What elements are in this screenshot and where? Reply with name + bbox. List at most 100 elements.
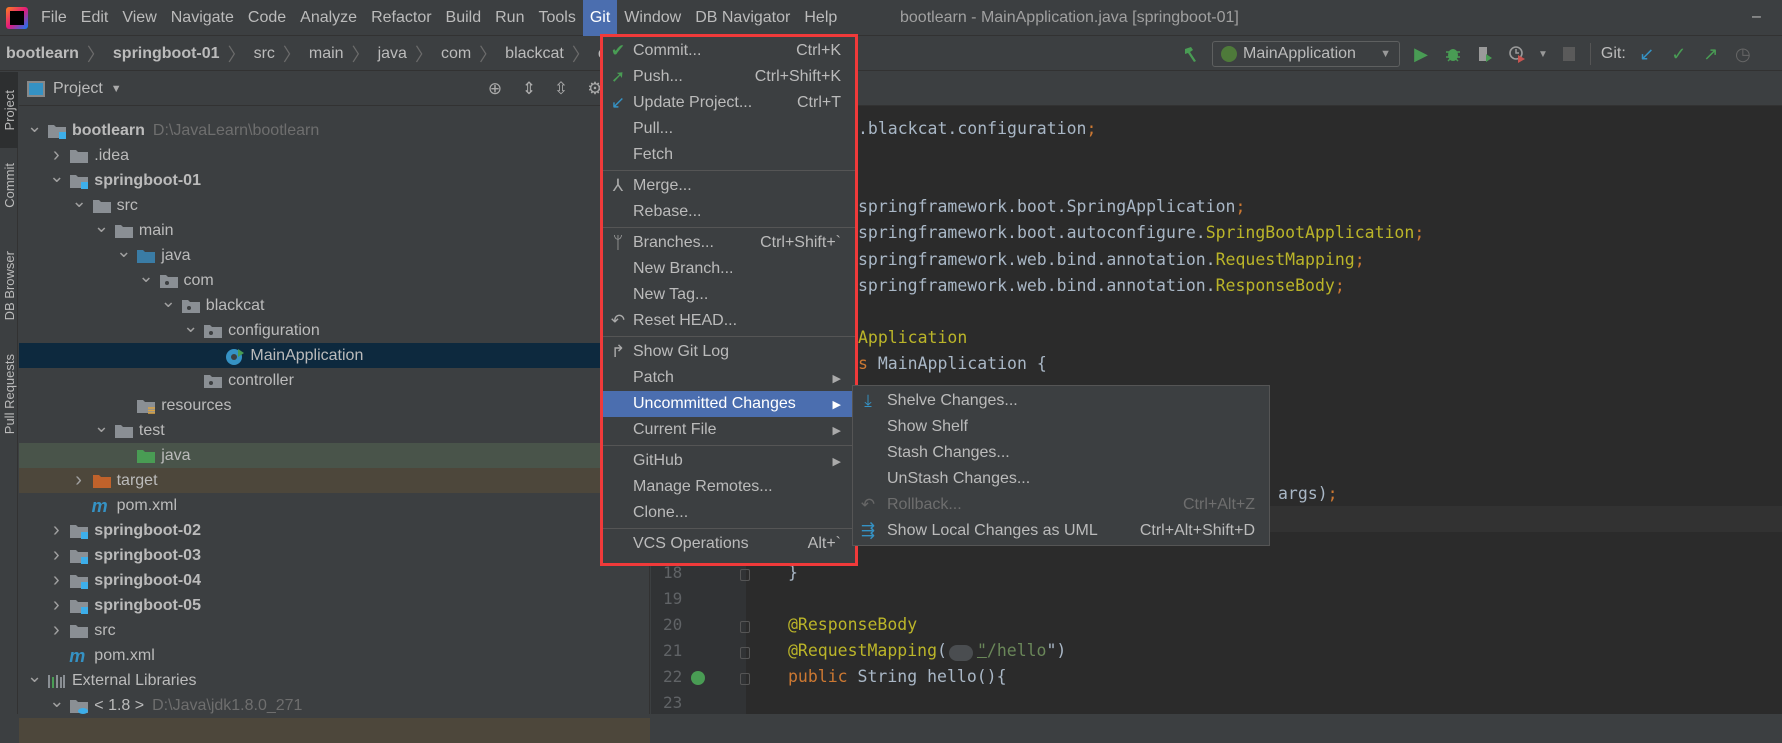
run-with-coverage-icon[interactable]: [1474, 43, 1496, 65]
menu-item-pull[interactable]: Pull...: [603, 116, 855, 142]
tree-item-java[interactable]: ⌄ java: [19, 241, 650, 268]
chevron-right-icon[interactable]: ›: [49, 519, 63, 542]
menu-item-clone[interactable]: Clone...: [603, 500, 855, 526]
menu-refactor[interactable]: Refactor: [364, 0, 438, 36]
git-history-icon[interactable]: ◷: [1732, 43, 1754, 65]
tree-item-resources[interactable]: resources: [19, 393, 650, 418]
menu-item-commit[interactable]: ✔ Commit... Ctrl+K: [603, 38, 855, 64]
run-icon[interactable]: ▶: [1410, 43, 1432, 65]
menu-item-current-file[interactable]: Current File ▶: [603, 417, 855, 443]
run-gutter-spring-icon[interactable]: [691, 671, 705, 686]
menu-file[interactable]: File: [34, 0, 74, 36]
tree-item-target[interactable]: › target: [19, 468, 650, 493]
chevron-down-icon[interactable]: ⌄: [27, 116, 42, 137]
chevron-down-icon[interactable]: ⌄: [49, 166, 64, 187]
menu-help[interactable]: Help: [797, 0, 844, 36]
chevron-down-icon[interactable]: ⌄: [94, 416, 109, 437]
menu-db-navigator[interactable]: DB Navigator: [688, 0, 797, 36]
menu-item-update-project[interactable]: ↙ Update Project... Ctrl+T: [603, 90, 855, 116]
menu-item-new-branch[interactable]: New Branch...: [603, 256, 855, 282]
chevron-down-icon[interactable]: ⌄: [27, 666, 42, 687]
fold-marker-icon[interactable]: [740, 620, 750, 633]
tool-window-db-browser[interactable]: DB Browser: [0, 232, 18, 340]
chevron-right-icon[interactable]: ›: [72, 469, 86, 492]
breadcrumb-item-springboot-01[interactable]: springboot-01: [113, 45, 220, 63]
globe-endpoint-icon[interactable]: [948, 644, 973, 661]
menu-item-push[interactable]: ➚ Push... Ctrl+Shift+K: [603, 64, 855, 90]
tree-item-src[interactable]: ⌄ src: [19, 191, 650, 218]
tree-item-main[interactable]: ⌄ main: [19, 216, 650, 243]
breadcrumb-item-bootlearn[interactable]: bootlearn: [6, 45, 79, 63]
expand-all-icon[interactable]: ⇕: [519, 79, 539, 99]
menu-item-uncommitted-changes[interactable]: Uncommitted Changes ▶: [603, 391, 855, 417]
chevron-right-icon[interactable]: ›: [49, 594, 63, 617]
menu-item-rebase[interactable]: Rebase...: [603, 199, 855, 225]
tree-item-idea[interactable]: › .idea: [19, 143, 650, 168]
menu-tools[interactable]: Tools: [531, 0, 582, 36]
chevron-down-icon[interactable]: ⌄: [116, 241, 131, 262]
tree-item-springboot-01[interactable]: ⌄ springboot-01: [19, 166, 650, 193]
menu-item-unstash-changes[interactable]: UnStash Changes...: [853, 466, 1269, 492]
menu-item-merge[interactable]: ⅄ Merge...: [603, 173, 855, 199]
chevron-down-icon[interactable]: ▼: [111, 83, 122, 95]
fold-marker-icon[interactable]: [740, 568, 750, 581]
chevron-right-icon[interactable]: ›: [49, 619, 63, 642]
tree-item-springboot-04[interactable]: › springboot-04: [19, 568, 650, 593]
tree-item-src[interactable]: › src: [19, 618, 650, 643]
menu-git[interactable]: Git: [582, 0, 618, 36]
chevron-right-icon[interactable]: ›: [49, 569, 63, 592]
tree-item-external-libraries[interactable]: ⌄ External Libraries: [19, 666, 650, 693]
more-run-options-chevron-icon[interactable]: ▼: [1538, 49, 1548, 60]
chevron-down-icon[interactable]: ⌄: [139, 266, 154, 287]
profiler-icon[interactable]: [1506, 43, 1528, 65]
menu-item-show-shelf[interactable]: Show Shelf: [853, 414, 1269, 440]
tree-item-com[interactable]: ⌄ com: [19, 266, 650, 293]
tool-window-project[interactable]: Project: [0, 72, 18, 148]
tree-item-1-8[interactable]: ⌄ < 1.8 > D:\Java\jdk1.8.0_271: [19, 691, 650, 718]
tree-item-mainapplication[interactable]: MainApplication: [19, 343, 650, 368]
tree-item-bootlearn[interactable]: ⌄ bootlearn D:\JavaLearn\bootlearn: [19, 116, 650, 143]
menu-item-shelve-changes[interactable]: ⤓ Shelve Changes...: [853, 388, 1269, 414]
breadcrumb-item-com[interactable]: com: [441, 45, 471, 63]
tree-item-partial[interactable]: [19, 718, 650, 743]
tree-item-pom-xml[interactable]: m pom.xml: [19, 643, 650, 668]
locate-file-icon[interactable]: ⊕: [485, 79, 505, 99]
menu-navigate[interactable]: Navigate: [164, 0, 241, 36]
menu-run[interactable]: Run: [488, 0, 531, 36]
menu-item-show-git-log[interactable]: ↱ Show Git Log: [603, 339, 855, 365]
breadcrumb-item-src[interactable]: src: [254, 45, 275, 63]
menu-window[interactable]: Window: [617, 0, 688, 36]
fold-marker-icon[interactable]: [740, 647, 750, 659]
tree-item-configuration[interactable]: ⌄ configuration: [19, 316, 650, 343]
breadcrumb-item-blackcat[interactable]: blackcat: [505, 45, 564, 63]
menu-analyze[interactable]: Analyze: [293, 0, 364, 36]
chevron-right-icon[interactable]: ›: [49, 144, 63, 167]
tree-item-pom-xml[interactable]: m pom.xml: [19, 493, 650, 518]
collapse-all-icon[interactable]: ⇳: [551, 79, 571, 99]
tree-item-springboot-05[interactable]: › springboot-05: [19, 593, 650, 618]
chevron-down-icon[interactable]: ⌄: [49, 691, 64, 712]
tree-item-test[interactable]: ⌄ test: [19, 416, 650, 443]
tree-item-java[interactable]: java: [19, 443, 650, 468]
menu-item-manage-remotes[interactable]: Manage Remotes...: [603, 474, 855, 500]
menu-item-new-tag[interactable]: New Tag...: [603, 282, 855, 308]
menu-item-reset-head[interactable]: ↶ Reset HEAD...: [603, 308, 855, 334]
menu-view[interactable]: View: [115, 0, 163, 36]
menu-edit[interactable]: Edit: [74, 0, 116, 36]
menu-item-branches[interactable]: ᛘ Branches... Ctrl+Shift+`: [603, 230, 855, 256]
stop-icon[interactable]: [1558, 43, 1580, 65]
chevron-right-icon[interactable]: ›: [49, 544, 63, 567]
tree-item-springboot-02[interactable]: › springboot-02: [19, 518, 650, 543]
debug-icon[interactable]: [1442, 43, 1464, 65]
git-update-icon[interactable]: ↙: [1636, 43, 1658, 65]
project-view-selector[interactable]: Project: [53, 80, 103, 98]
menu-code[interactable]: Code: [241, 0, 293, 36]
menu-item-fetch[interactable]: Fetch: [603, 142, 855, 168]
build-hammer-icon[interactable]: [1180, 43, 1202, 65]
tree-item-springboot-03[interactable]: › springboot-03: [19, 543, 650, 568]
chevron-down-icon[interactable]: ⌄: [72, 191, 87, 212]
minimize-button[interactable]: –: [1752, 8, 1761, 26]
chevron-down-icon[interactable]: ⌄: [161, 291, 176, 312]
tool-window-pull-requests[interactable]: Pull Requests: [0, 340, 18, 448]
chevron-down-icon[interactable]: ⌄: [94, 216, 109, 237]
